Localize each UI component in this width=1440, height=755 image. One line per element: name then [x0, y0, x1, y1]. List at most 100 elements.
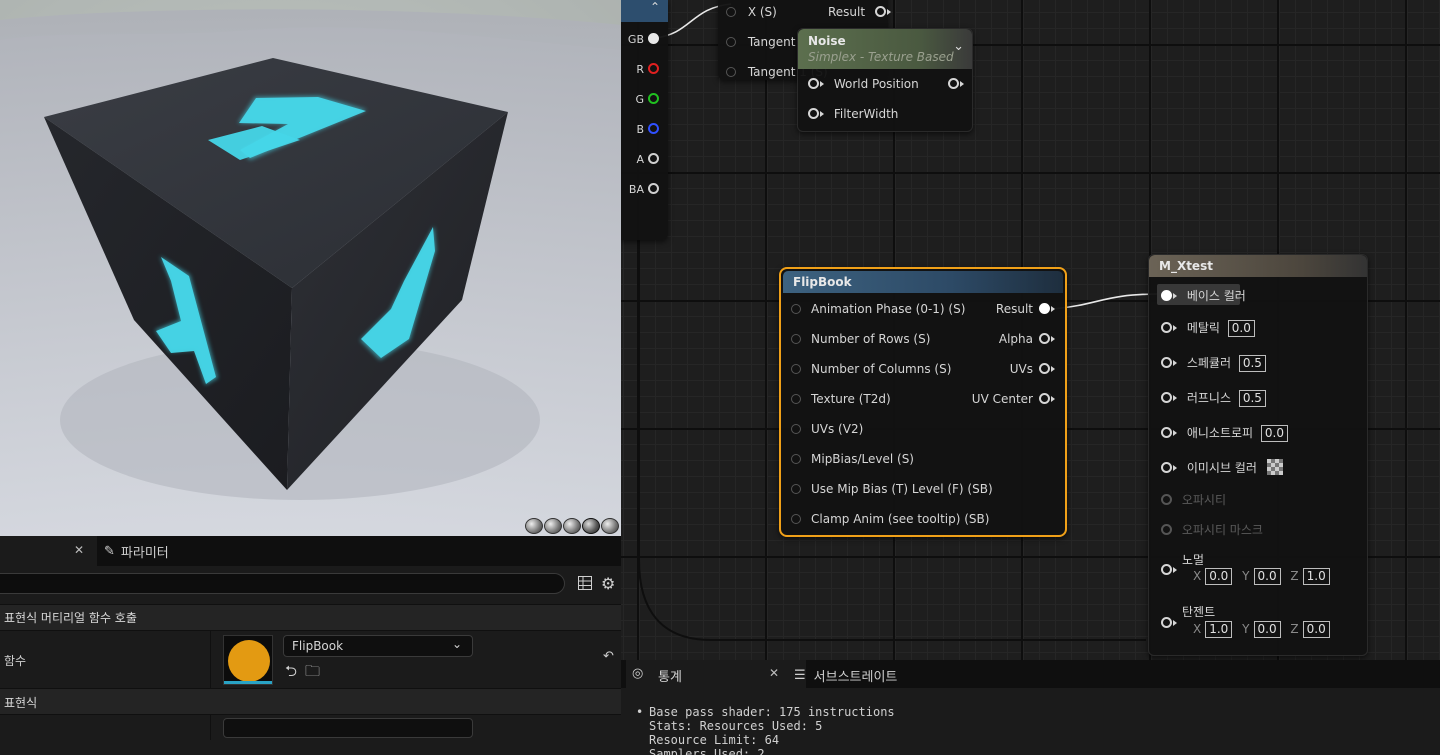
material-input-specular[interactable]: 스페큘러 0.5	[1161, 354, 1266, 372]
pin-icon[interactable]	[726, 37, 736, 47]
pin-icon[interactable]	[808, 78, 819, 89]
function-thumbnail[interactable]	[223, 635, 273, 685]
material-input-roughness[interactable]: 러프니스 0.5	[1161, 389, 1266, 407]
pin-icon[interactable]	[726, 67, 736, 77]
noise-node[interactable]: Noise Simplex - Texture Based ⌄ World Po…	[797, 28, 973, 132]
material-input-normal[interactable]	[1161, 563, 1177, 577]
sphere-icon[interactable]	[544, 518, 562, 534]
roughness-value-field[interactable]: 0.5	[1238, 390, 1266, 407]
pin-icon[interactable]	[648, 123, 659, 134]
flipbook-input[interactable]: Animation Phase (0-1) (S)	[791, 302, 965, 316]
material-result-node[interactable]: M_Xtest 베이스 컬러 메탈릭 0.0 스페큘러 0.5 러프니스 0.5	[1148, 254, 1368, 656]
pin-icon[interactable]	[1161, 322, 1172, 333]
flipbook-input[interactable]: Use Mip Bias (T) Level (F) (SB)	[791, 482, 993, 496]
material-input-anisotropy[interactable]: 애니소트로피 0.0	[1161, 424, 1288, 442]
column-divider[interactable]	[210, 715, 211, 740]
normal-y-field[interactable]: 0.0	[1253, 568, 1281, 585]
pin-icon[interactable]	[648, 183, 659, 194]
use-selected-icon[interactable]: ⮌	[285, 661, 297, 686]
pin-icon[interactable]	[791, 304, 801, 314]
pin-icon[interactable]	[648, 33, 659, 44]
pin-icon[interactable]	[874, 6, 886, 17]
pin-icon[interactable]	[648, 93, 659, 104]
pin-icon[interactable]	[791, 364, 801, 374]
flipbook-output[interactable]: Result	[996, 302, 1055, 316]
pin-icon[interactable]	[1161, 427, 1172, 438]
reset-icon[interactable]: ↶	[603, 649, 614, 664]
tab-details[interactable]: ✕	[0, 536, 97, 566]
chevron-down-icon[interactable]: ⌄	[953, 39, 964, 54]
close-icon[interactable]: ✕	[769, 666, 779, 680]
preview-viewport[interactable]	[0, 0, 621, 536]
tab-stats[interactable]: ◎ 통계 ✕	[626, 660, 806, 688]
table-icon[interactable]	[578, 576, 592, 590]
pin-icon[interactable]	[791, 514, 801, 524]
pin-icon[interactable]	[726, 7, 736, 17]
cylinder-icon[interactable]	[525, 518, 543, 534]
chevron-up-icon[interactable]: ⌃	[645, 0, 665, 20]
flipbook-input[interactable]: Clamp Anim (see tooltip) (SB)	[791, 512, 989, 526]
top-input-0[interactable]: X (S)	[726, 5, 777, 19]
texture-sample-output[interactable]: B	[621, 122, 659, 136]
pin-icon[interactable]	[791, 424, 801, 434]
normal-x-field[interactable]: 0.0	[1205, 568, 1233, 585]
pin-icon[interactable]	[648, 153, 659, 164]
flipbook-input[interactable]: Number of Columns (S)	[791, 362, 951, 376]
tangent-y-field[interactable]: 0.0	[1253, 621, 1281, 638]
pin-icon[interactable]	[1039, 363, 1050, 374]
flipbook-input[interactable]: Number of Rows (S)	[791, 332, 930, 346]
expression-input[interactable]	[223, 718, 473, 738]
cube-icon[interactable]	[582, 518, 600, 534]
pin-icon[interactable]	[791, 334, 801, 344]
pin-icon[interactable]	[948, 78, 959, 89]
texture-sample-output[interactable]: BA	[621, 182, 659, 196]
pin-icon[interactable]	[1161, 357, 1172, 368]
texture-sample-output[interactable]: R	[621, 62, 659, 76]
pin-icon[interactable]	[1039, 333, 1050, 344]
category-function-call[interactable]: 표현식 머티리얼 함수 호출	[0, 604, 621, 630]
pin-icon[interactable]	[1161, 462, 1172, 473]
pin-icon[interactable]	[1039, 393, 1050, 404]
color-swatch[interactable]	[1266, 459, 1283, 475]
close-icon[interactable]: ✕	[74, 543, 84, 557]
pin-icon[interactable]	[1161, 564, 1172, 575]
flipbook-node[interactable]: FlipBook Animation Phase (0-1) (S) Number…	[779, 267, 1067, 537]
pin-icon[interactable]	[1039, 303, 1050, 314]
texture-sample-output[interactable]: A	[621, 152, 659, 166]
material-input-emissive[interactable]: 이미시브 컬러	[1161, 459, 1283, 476]
texture-sample-output[interactable]: G	[621, 92, 659, 106]
flipbook-output[interactable]: UVs	[1010, 362, 1055, 376]
pin-icon[interactable]	[1161, 290, 1172, 301]
search-input[interactable]	[0, 573, 565, 594]
material-graph[interactable]: ⌃ GB R G B A BA X (S) Tangent 0 (S) Tangent 1…	[621, 0, 1440, 660]
anisotropy-value-field[interactable]: 0.0	[1260, 425, 1288, 442]
function-select[interactable]: FlipBook ⌄	[283, 635, 473, 657]
material-input-tangent[interactable]	[1161, 616, 1177, 630]
top-output-result[interactable]: Result	[828, 5, 891, 19]
pin-icon[interactable]	[791, 394, 801, 404]
plane-icon[interactable]	[563, 518, 581, 534]
specular-value-field[interactable]: 0.5	[1238, 355, 1266, 372]
pin-icon[interactable]	[808, 108, 819, 119]
tab-parameters[interactable]: ✎ 파라미터	[104, 542, 169, 561]
teapot-icon[interactable]	[601, 518, 619, 534]
metallic-value-field[interactable]: 0.0	[1227, 320, 1255, 337]
noise-output[interactable]	[948, 77, 964, 91]
material-input-base-color[interactable]: 베이스 컬러	[1161, 287, 1246, 304]
flipbook-output[interactable]: UV Center	[972, 392, 1055, 406]
category-expression[interactable]: 표현식	[0, 688, 621, 714]
pin-icon[interactable]	[791, 454, 801, 464]
tab-substrate[interactable]: ☰ 서브스트레이트	[794, 666, 897, 685]
flipbook-input[interactable]: Texture (T2d)	[791, 392, 891, 406]
normal-z-field[interactable]: 1.0	[1302, 568, 1330, 585]
browse-folder-icon[interactable]: 🗀	[305, 661, 320, 686]
noise-input-world-position[interactable]: World Position	[808, 77, 919, 91]
flipbook-output[interactable]: Alpha	[999, 332, 1055, 346]
texture-sample-output[interactable]: GB	[621, 32, 659, 46]
pin-icon[interactable]	[1161, 392, 1172, 403]
texture-sample-node[interactable]: ⌃ GB R G B A BA	[621, 0, 668, 240]
tangent-z-field[interactable]: 0.0	[1302, 621, 1330, 638]
tangent-x-field[interactable]: 1.0	[1205, 621, 1233, 638]
noise-input-filterwidth[interactable]: FilterWidth	[808, 107, 898, 121]
pin-icon[interactable]	[1161, 617, 1172, 628]
